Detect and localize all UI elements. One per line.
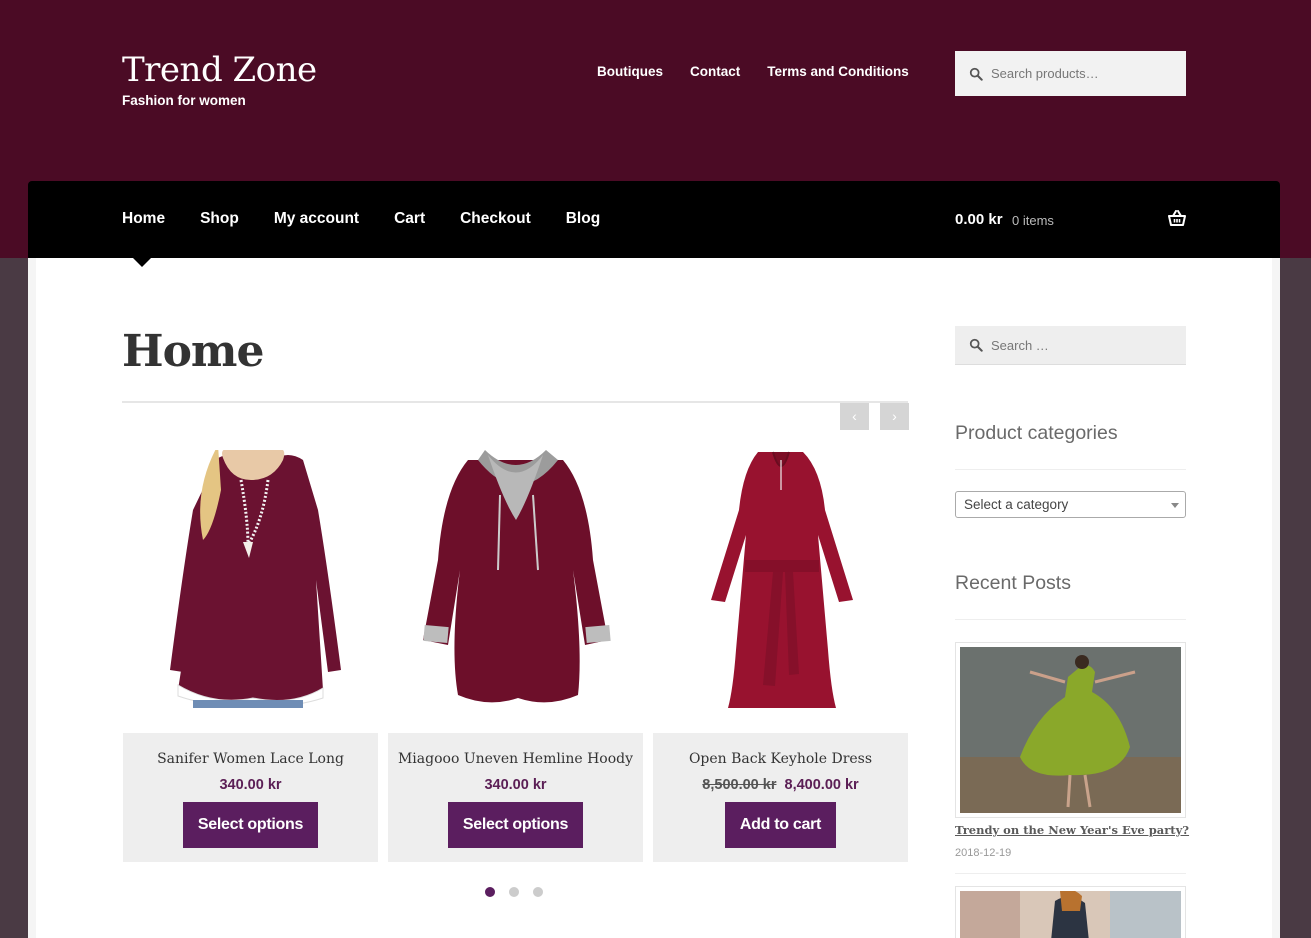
- product-image[interactable]: [388, 450, 643, 708]
- product-card: Miagooo Uneven Hemline Hoody 340.00 kr S…: [388, 450, 643, 862]
- product-categories-title: Product categories: [955, 422, 1118, 444]
- product-price: 340.00 kr: [388, 777, 643, 793]
- site-search-input[interactable]: [991, 337, 1171, 353]
- product-search-input[interactable]: [991, 66, 1171, 81]
- carousel-prev-button[interactable]: ‹: [840, 403, 869, 430]
- product-name[interactable]: Sanifer Women Lace Long: [123, 751, 378, 767]
- carousel-dot[interactable]: [509, 887, 519, 897]
- top-nav-contact[interactable]: Contact: [690, 64, 740, 79]
- carousel-dot[interactable]: [533, 887, 543, 897]
- product-image[interactable]: [123, 450, 378, 708]
- widget-divider: [955, 619, 1186, 620]
- sidebar-search: [955, 326, 1186, 365]
- recent-posts-title: Recent Posts: [955, 572, 1071, 594]
- nav-checkout[interactable]: Checkout: [460, 210, 531, 228]
- secondary-nav: Boutiques Contact Terms and Conditions: [597, 64, 909, 79]
- product-name[interactable]: Open Back Keyhole Dress: [653, 751, 908, 767]
- post-image: [960, 647, 1181, 813]
- product-card: Open Back Keyhole Dress 8,500.00 kr 8,40…: [653, 450, 908, 862]
- product-card: Sanifer Women Lace Long 340.00 kr Select…: [123, 450, 378, 862]
- product-price: 8,500.00 kr 8,400.00 kr: [653, 777, 908, 793]
- cart-total[interactable]: 0.00 kr: [955, 211, 1003, 228]
- current-price: 340.00 kr: [484, 777, 547, 793]
- cart-count[interactable]: 0 items: [1012, 213, 1054, 228]
- carousel-dots: [485, 887, 543, 897]
- product-info: Sanifer Women Lace Long 340.00 kr Select…: [123, 733, 378, 862]
- sale-price: 8,400.00 kr: [784, 777, 859, 793]
- post-thumbnail[interactable]: [955, 886, 1186, 938]
- select-options-button[interactable]: Select options: [182, 802, 319, 848]
- nav-blog[interactable]: Blog: [566, 210, 600, 228]
- original-price: 8,500.00 kr: [702, 777, 777, 793]
- top-nav-terms[interactable]: Terms and Conditions: [767, 64, 909, 79]
- widget-divider: [955, 469, 1186, 470]
- product-photo-hoody: [388, 450, 643, 708]
- product-info: Open Back Keyhole Dress 8,500.00 kr 8,40…: [653, 733, 908, 862]
- current-price: 340.00 kr: [219, 777, 282, 793]
- post-image: [960, 889, 1181, 938]
- product-info: Miagooo Uneven Hemline Hoody 340.00 kr S…: [388, 733, 643, 862]
- nav-my-account[interactable]: My account: [274, 210, 359, 228]
- top-nav-boutiques[interactable]: Boutiques: [597, 64, 663, 79]
- primary-nav: Home Shop My account Cart Checkout Blog …: [28, 181, 1280, 258]
- active-nav-indicator: [133, 258, 151, 267]
- basket-icon[interactable]: [1168, 210, 1186, 226]
- category-select[interactable]: Select a category: [955, 491, 1186, 518]
- product-photo-top: [123, 450, 378, 708]
- search-icon: [969, 338, 983, 352]
- nav-shop[interactable]: Shop: [200, 210, 239, 228]
- site-tagline: Fashion for women: [122, 93, 246, 108]
- product-name[interactable]: Miagooo Uneven Hemline Hoody: [388, 751, 643, 767]
- category-select-value: Select a category: [964, 497, 1069, 512]
- header-search: [955, 51, 1186, 96]
- search-icon: [969, 67, 983, 81]
- product-photo-dress: [653, 450, 908, 708]
- widget-divider: [955, 873, 1186, 874]
- nav-home[interactable]: Home: [122, 210, 165, 228]
- content-border-right: [1272, 258, 1280, 938]
- product-price: 340.00 kr: [123, 777, 378, 793]
- recent-post-link[interactable]: Trendy on the New Year's Eve party?: [955, 823, 1189, 837]
- post-thumbnail[interactable]: [955, 642, 1186, 818]
- select-options-button[interactable]: Select options: [447, 802, 584, 848]
- dropdown-arrow-icon: [1171, 503, 1179, 508]
- nav-cart[interactable]: Cart: [394, 210, 425, 228]
- content-border-left: [28, 258, 36, 938]
- page-title: Home: [122, 326, 264, 377]
- carousel-next-button[interactable]: ›: [880, 403, 909, 430]
- carousel-dot[interactable]: [485, 887, 495, 897]
- product-image[interactable]: [653, 450, 908, 708]
- title-divider: [122, 401, 908, 403]
- recent-post-date: 2018-12-19: [955, 847, 1012, 859]
- add-to-cart-button[interactable]: Add to cart: [724, 802, 837, 848]
- site-title[interactable]: Trend Zone: [122, 50, 317, 90]
